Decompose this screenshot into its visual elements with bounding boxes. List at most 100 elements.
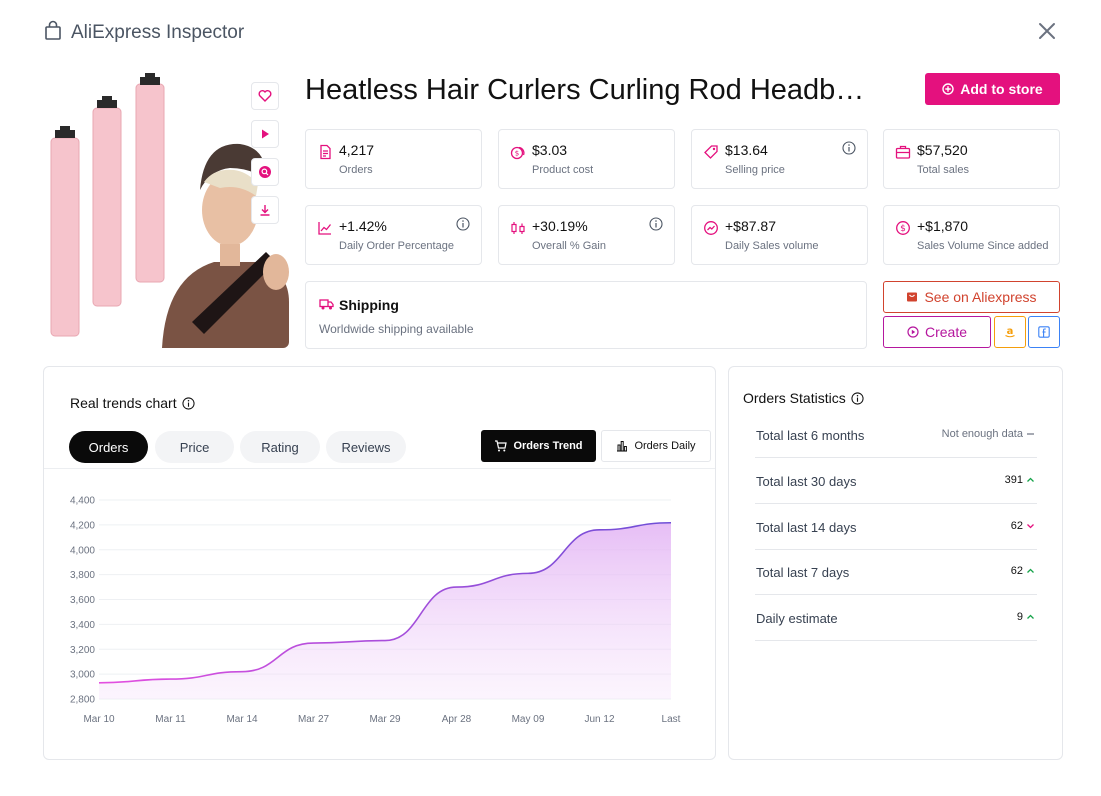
shipping-description: Worldwide shipping available (319, 322, 474, 336)
y-tick-label: 3,200 (70, 645, 95, 656)
stat-card-product-cost: $ $3.03 Product cost (498, 129, 675, 189)
image-actions (251, 82, 279, 224)
stat-row-30-days: Total last 30 days 391 (755, 458, 1037, 504)
stat-row-value-text: 391 (1004, 474, 1023, 486)
plus-circle-icon (942, 83, 954, 95)
stat-card-overall-gain: +30.19% Overall % Gain (498, 205, 675, 265)
bar-chart-icon (617, 441, 628, 452)
facebook-icon (1038, 326, 1050, 338)
stat-card-total-sales: $57,520 Total sales (883, 129, 1060, 189)
stat-value: 4,217 (339, 142, 375, 158)
stat-label: Product cost (532, 164, 594, 176)
stat-label: Daily Order Percentage (339, 240, 454, 252)
info-icon[interactable] (456, 217, 470, 231)
y-tick-label: 3,600 (70, 595, 95, 606)
line-chart-icon (318, 222, 332, 235)
y-tick-label: 2,800 (70, 695, 95, 706)
app-header: AliExpress Inspector (44, 20, 244, 45)
stat-row-value: Not enough data (942, 428, 1035, 440)
close-icon (1039, 23, 1055, 39)
orders-statistics-panel: Orders Statistics Total last 6 months No… (728, 366, 1063, 760)
info-icon[interactable] (182, 396, 195, 410)
y-tick-label: 4,200 (70, 520, 95, 531)
cart-icon (495, 440, 508, 452)
chart-divider (44, 468, 715, 469)
stat-label: Sales Volume Since added (917, 240, 1049, 252)
download-button[interactable] (251, 196, 279, 224)
facebook-button[interactable] (1028, 316, 1060, 348)
tab-reviews[interactable]: Reviews (326, 431, 406, 463)
stat-card-daily-sales-volume: +$87.87 Daily Sales volume (691, 205, 868, 265)
favorite-button[interactable] (251, 82, 279, 110)
stat-row-daily-estimate: Daily estimate 9 (755, 595, 1037, 641)
tab-orders[interactable]: Orders (69, 431, 148, 463)
stat-row-value: 62 (1011, 520, 1035, 532)
create-button[interactable]: Create (883, 316, 991, 348)
orders-trend-chart: 4,400 4,200 4,000 3,800 3,600 3,400 3,200 3,000… (70, 496, 681, 726)
orders-statistics-title: Orders Statistics (743, 390, 864, 406)
orders-daily-label: Orders Daily (634, 440, 696, 452)
svg-text:a: a (1007, 326, 1014, 337)
stat-card-daily-order-percentage: +1.42% Daily Order Percentage (305, 205, 482, 265)
x-tick-label: Mar 10 (83, 714, 115, 725)
tab-price[interactable]: Price (155, 431, 234, 463)
add-to-store-label: Add to store (960, 81, 1043, 97)
play-circle-icon (907, 326, 919, 338)
stat-row-label: Total last 6 months (756, 428, 865, 443)
play-video-button[interactable] (251, 120, 279, 148)
stat-value: +$1,870 (917, 218, 968, 234)
stat-value: $57,520 (917, 142, 968, 158)
x-tick-label: Mar 29 (369, 714, 401, 725)
stat-row-label: Total last 30 days (756, 474, 857, 489)
candles-icon (511, 222, 525, 234)
stat-row-value-text: 62 (1010, 565, 1023, 577)
info-icon[interactable] (851, 391, 864, 405)
stat-label: Daily Sales volume (725, 240, 819, 252)
stat-value: +$87.87 (725, 218, 776, 234)
stat-row-7-days: Total last 7 days 62 (755, 549, 1037, 595)
chevron-up-icon (1027, 568, 1034, 573)
close-button[interactable] (1034, 18, 1060, 44)
truck-icon (319, 299, 334, 310)
amazon-button[interactable]: a (994, 316, 1026, 348)
orders-trend-label: Orders Trend (513, 440, 583, 452)
stat-row-value-text: 62 (1010, 520, 1023, 532)
orders-trend-button[interactable]: Orders Trend (481, 430, 596, 462)
see-on-aliexpress-label: See on Aliexpress (924, 289, 1037, 305)
stat-label: Orders (339, 164, 373, 176)
download-icon (260, 205, 270, 216)
y-tick-label: 3,400 (70, 620, 95, 631)
tab-rating[interactable]: Rating (240, 431, 320, 463)
stat-value: +1.42% (339, 218, 387, 234)
y-tick-label: 3,800 (70, 570, 95, 581)
heart-icon (258, 89, 272, 102)
x-tick-label: Mar 14 (226, 714, 258, 725)
dollar-circle-icon: $ (896, 221, 910, 235)
x-tick-label: Jun 12 (584, 714, 614, 725)
info-icon[interactable] (842, 141, 856, 155)
stat-row-label: Daily estimate (756, 611, 838, 626)
orders-daily-button[interactable]: Orders Daily (601, 430, 711, 462)
info-icon[interactable] (649, 217, 663, 231)
x-tick-label: Mar 27 (298, 714, 330, 725)
y-tick-label: 4,000 (70, 545, 95, 556)
stat-row-label: Total last 14 days (756, 520, 857, 535)
y-tick-label: 3,000 (70, 670, 95, 681)
shipping-card: Shipping Worldwide shipping available (305, 281, 867, 349)
search-image-icon (259, 166, 271, 178)
aliexpress-bag-icon (907, 292, 918, 302)
stat-value: +30.19% (532, 218, 588, 234)
orders-statistics-title-text: Orders Statistics (743, 390, 846, 406)
stat-label: Total sales (917, 164, 969, 176)
image-search-button[interactable] (251, 158, 279, 186)
see-on-aliexpress-button[interactable]: See on Aliexpress (883, 281, 1060, 313)
play-icon (262, 129, 269, 139)
x-tick-label: Mar 11 (155, 714, 186, 725)
add-to-store-button[interactable]: Add to store (925, 73, 1060, 105)
stat-label: Selling price (725, 164, 785, 176)
trend-circle-icon (704, 221, 718, 235)
chevron-down-icon (1027, 524, 1034, 529)
chevron-up-icon (1027, 477, 1034, 482)
amazon-icon: a (1005, 326, 1015, 338)
chart-panel-title: Real trends chart (70, 395, 195, 411)
